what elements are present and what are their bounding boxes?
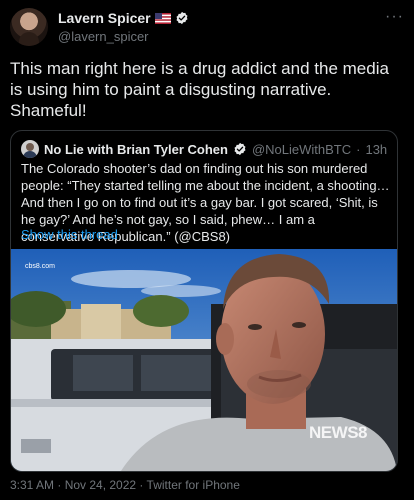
author-handle[interactable]: @lavern_spicer bbox=[58, 29, 149, 44]
separator-dot: · bbox=[356, 141, 361, 157]
verified-badge-icon bbox=[176, 11, 188, 25]
quoted-author-handle: @NoLieWithBTC bbox=[251, 141, 352, 157]
more-options-icon[interactable]: ··· bbox=[385, 8, 404, 26]
quoted-author-name: No Lie with Brian Tyler Cohen bbox=[44, 141, 228, 157]
author-name[interactable]: Lavern Spicer bbox=[58, 10, 151, 26]
author-name-row: Lavern Spicer bbox=[58, 10, 189, 26]
show-thread-link[interactable]: Show this thread bbox=[21, 227, 118, 242]
quoted-author-avatar bbox=[21, 140, 39, 158]
quoted-tweet-media[interactable]: cbs8.com NEWS8 bbox=[11, 249, 397, 471]
quoted-tweet-age: 13h bbox=[365, 141, 388, 157]
verified-badge-icon bbox=[234, 142, 246, 156]
tweet-timestamp[interactable]: 3:31 AM · Nov 24, 2022 · Twitter for iPh… bbox=[10, 478, 240, 492]
tweet-header: Lavern Spicer @lavern_spicer ··· bbox=[10, 8, 404, 48]
author-avatar[interactable] bbox=[10, 8, 48, 46]
quoted-tweet-header: No Lie with Brian Tyler Cohen @NoLieWith… bbox=[21, 140, 387, 158]
quoted-tweet[interactable]: No Lie with Brian Tyler Cohen @NoLieWith… bbox=[10, 130, 398, 472]
news8-logo: NEWS8 bbox=[309, 423, 367, 442]
media-watermark-top: cbs8.com bbox=[25, 263, 55, 270]
us-flag-icon bbox=[154, 12, 171, 24]
tweet-text: This man right here is a drug addict and… bbox=[10, 59, 389, 120]
